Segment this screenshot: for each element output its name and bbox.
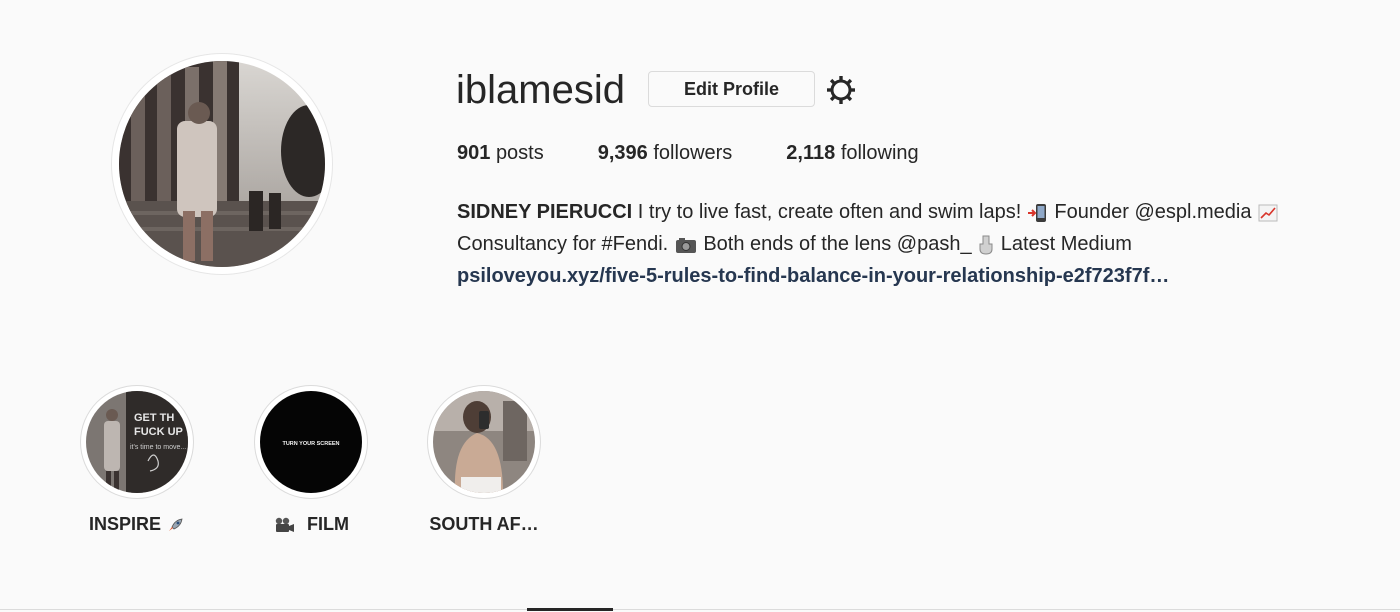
- profile-stats: 901 posts 9,396 followers 2,118 followin…: [457, 142, 973, 165]
- highlight-inspire[interactable]: GET TH FUCK UP it's time to move... INSP…: [47, 386, 227, 535]
- profile-page: iblamesid Edit Profile 901 posts 9,396 f…: [0, 0, 1400, 612]
- chart-icon: [1258, 204, 1278, 222]
- profile-avatar[interactable]: [112, 54, 332, 274]
- active-tab-indicator: [527, 608, 613, 611]
- edit-profile-button[interactable]: Edit Profile: [648, 71, 815, 107]
- movie-camera-icon: [275, 517, 294, 532]
- followers-count: 9,396: [597, 142, 648, 164]
- highlight-film[interactable]: TURN YOUR SCREEN FILM: [221, 386, 401, 535]
- posts-stat: 901 posts: [457, 142, 544, 165]
- bio-text-3: Consultancy for #Fendi.: [457, 233, 674, 255]
- full-name: SIDNEY PIERUCCI: [457, 201, 633, 223]
- posts-count: 901: [457, 142, 491, 164]
- bio-text-4: Both ends of the lens @pash_: [697, 233, 978, 255]
- highlight-film-image: TURN YOUR SCREEN: [260, 391, 362, 493]
- highlight-inspire-image: GET TH FUCK UP it's time to move...: [86, 391, 188, 493]
- highlight-south-africa[interactable]: SOUTH AF…: [394, 386, 574, 535]
- camera-icon: [675, 237, 696, 253]
- svg-text:GET TH: GET TH: [134, 412, 174, 424]
- following-stat[interactable]: 2,118 following: [786, 142, 918, 165]
- bio-text-1: I try to live fast, create often and swi…: [632, 201, 1027, 223]
- highlight-film-label: FILM: [307, 514, 349, 534]
- gear-icon[interactable]: [825, 74, 857, 106]
- bio-text-2: Founder @espl.media: [1048, 201, 1258, 223]
- username: iblamesid: [456, 68, 625, 112]
- highlight-cover[interactable]: [428, 386, 540, 498]
- bio-text-5: Latest Medium: [995, 233, 1132, 255]
- following-count: 2,118: [786, 142, 836, 164]
- tabs-divider: [0, 609, 1400, 610]
- posts-label: posts: [495, 142, 544, 164]
- highlight-south-africa-label: SOUTH AF…: [429, 514, 539, 534]
- followers-stat[interactable]: 9,396 followers: [598, 142, 733, 165]
- highlight-south-africa-image: [433, 391, 535, 493]
- followers-label: followers: [653, 142, 733, 164]
- pointing-down-icon: [979, 235, 993, 255]
- profile-bio: SIDNEY PIERUCCI I try to live fast, crea…: [457, 196, 1287, 292]
- svg-text:it's time to move...: it's time to move...: [130, 444, 186, 451]
- highlight-label: SOUTH AF…: [394, 514, 574, 535]
- svg-text:FUCK UP: FUCK UP: [134, 426, 183, 438]
- bio-link[interactable]: psiloveyou.xyz/five-5-rules-to-find-bala…: [457, 260, 1287, 292]
- highlight-cover[interactable]: GET TH FUCK UP it's time to move...: [81, 386, 193, 498]
- rocket-icon: [169, 518, 183, 531]
- film-cover-text: TURN YOUR SCREEN: [282, 441, 339, 447]
- avatar-photo: [119, 61, 325, 267]
- following-label: following: [840, 142, 919, 164]
- highlight-cover[interactable]: TURN YOUR SCREEN: [255, 386, 367, 498]
- highlight-label: INSPIRE: [47, 514, 227, 535]
- highlight-inspire-label: INSPIRE: [88, 514, 162, 534]
- phone-icon: [1027, 203, 1046, 222]
- highlight-label: FILM: [221, 514, 401, 535]
